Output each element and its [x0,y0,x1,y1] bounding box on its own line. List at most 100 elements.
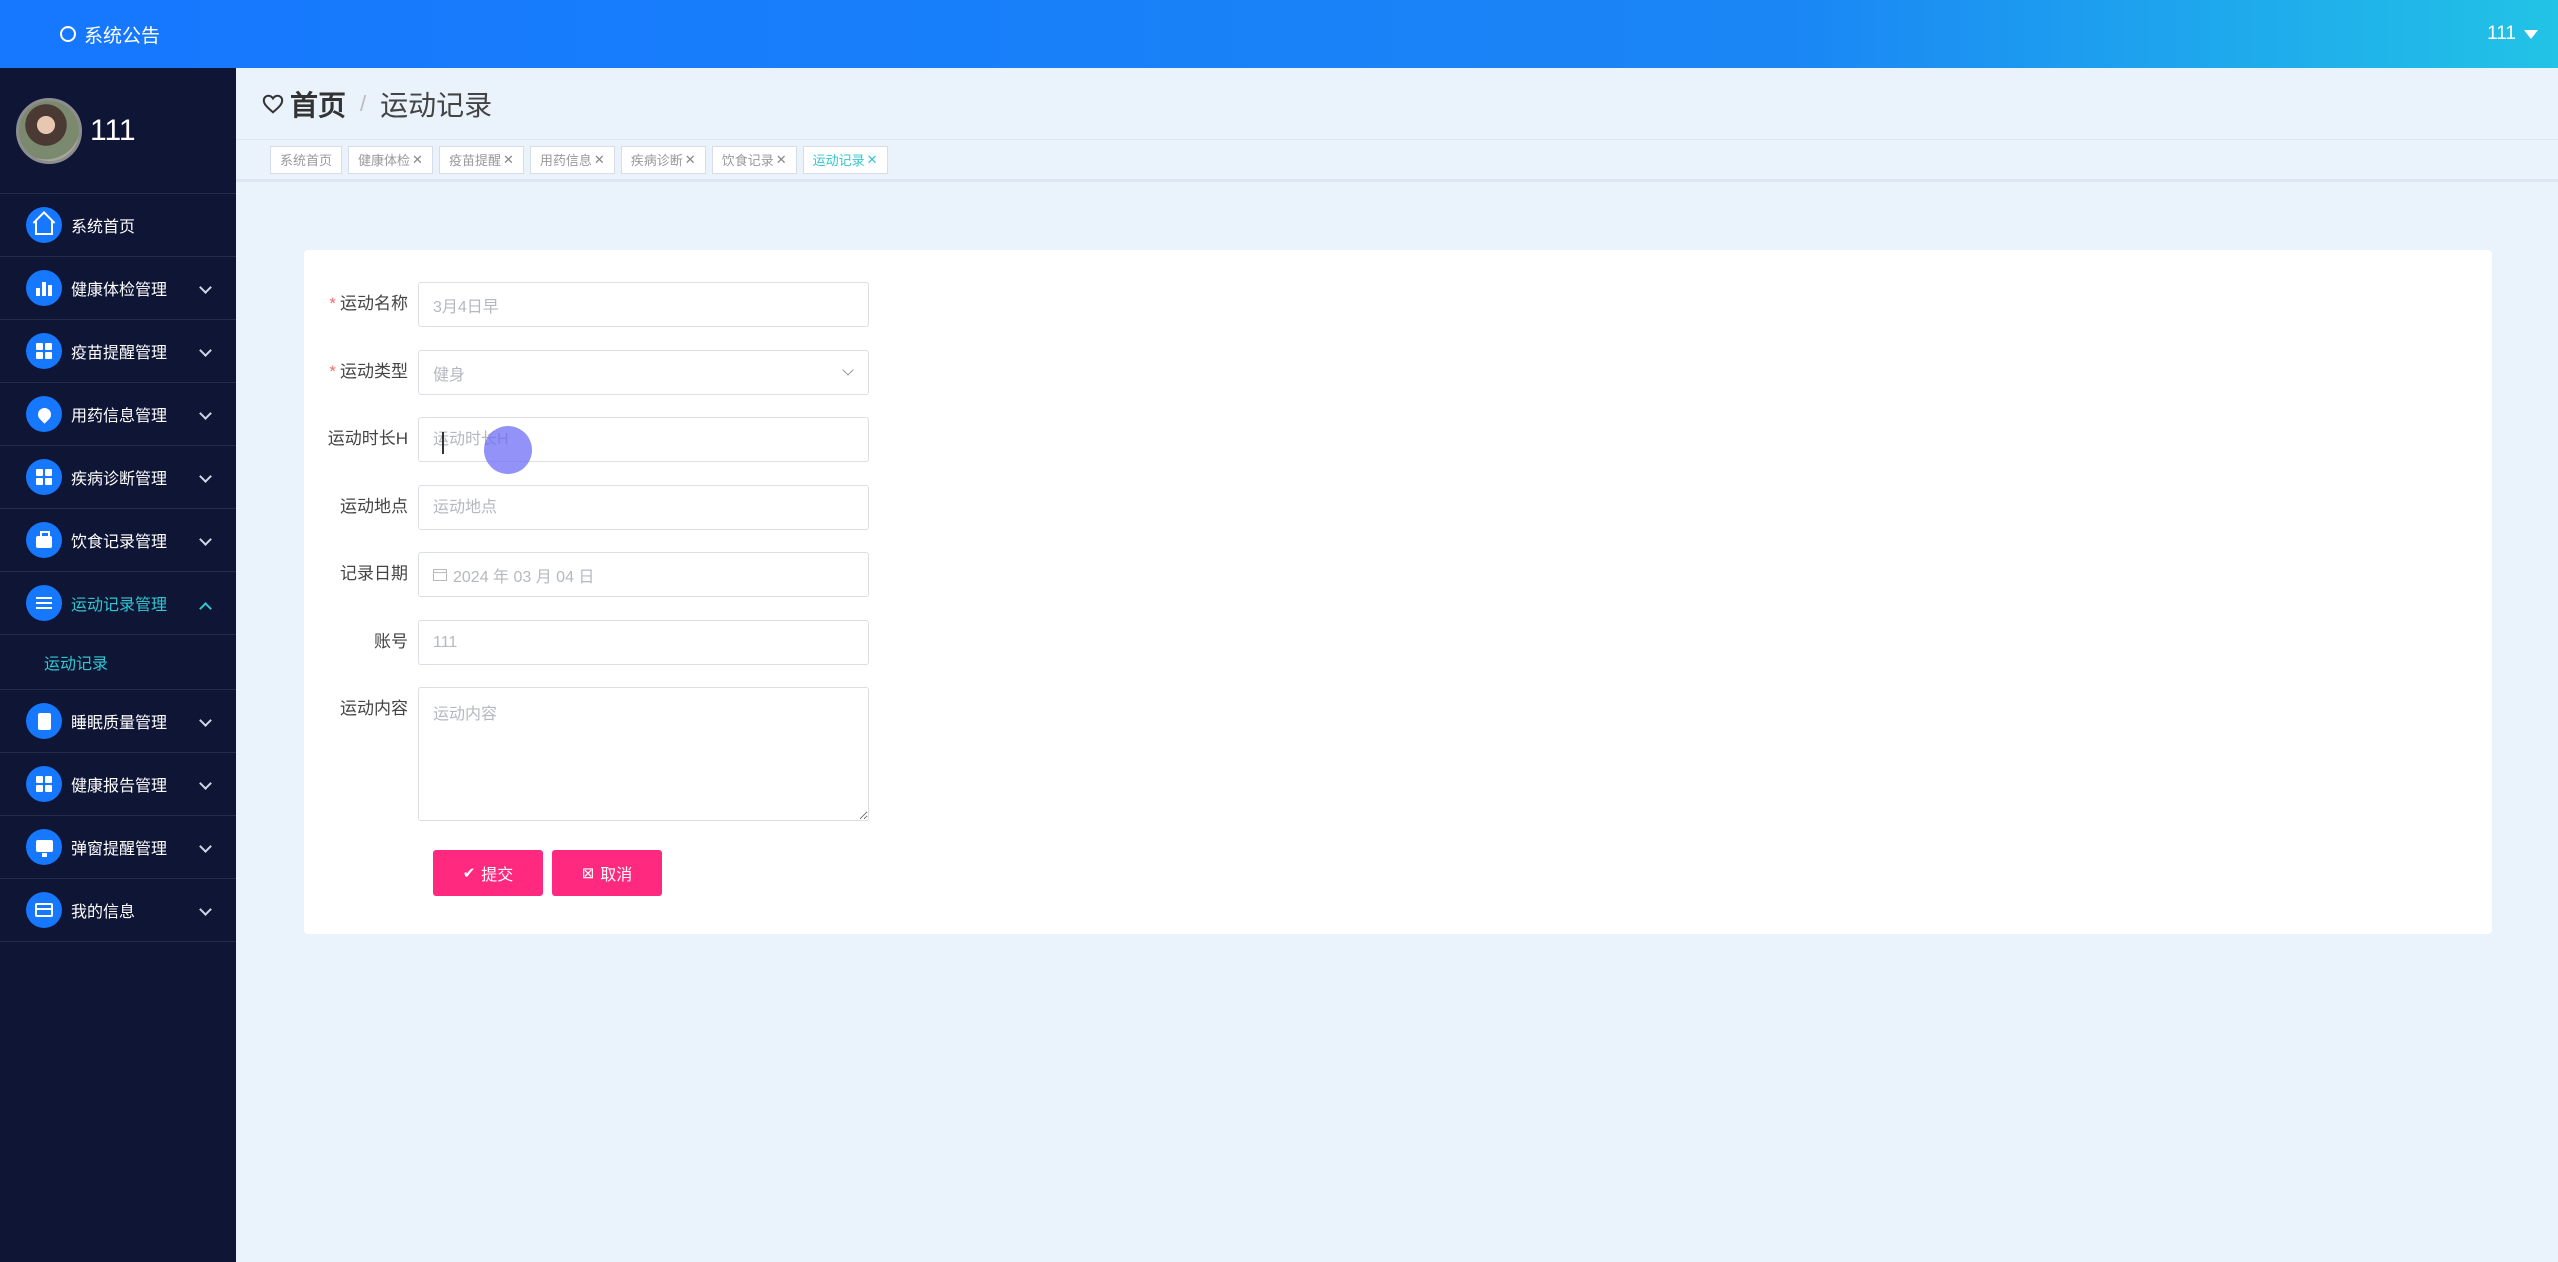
sidebar-item-label: 运动记录管理 [71,597,168,614]
tab-vaccine[interactable]: 疫苗提醒 ✕ [438,145,524,174]
tab-diet[interactable]: 饮食记录 ✕ [711,145,797,174]
text-caret [442,432,444,454]
name-field[interactable]: 3月4日早 [418,282,869,327]
list-icon [26,585,62,621]
user-name: 111 [2487,23,2516,44]
sidebar-item-label: 疾病诊断管理 [71,471,168,488]
type-select-value: 健身 [433,366,466,384]
date-label: 记录日期 [340,564,408,583]
sidebar: 111 系统首页 健康体检管理 疫苗提醒管理 用药信息管理 疾病诊断管理 饮食记… [0,68,236,1262]
bar-chart-icon [26,270,62,306]
duration-input[interactable] [418,417,869,462]
location-input[interactable] [418,485,869,530]
close-icon[interactable]: ✕ [503,152,514,168]
chevron-down-icon [199,281,212,294]
sidebar-item-label: 弹窗提醒管理 [71,841,168,858]
profile: 111 [0,68,236,194]
sidebar-subitem-exercise-record[interactable]: 运动记录 [0,635,236,690]
type-label: * 运动类型 [329,362,408,381]
cancel-button-label: 取消 [600,867,633,884]
tab-label: 运动记录 [812,153,865,168]
sidebar-item-popup-reminder[interactable]: 弹窗提醒管理 [0,816,236,879]
form-row-date: 记录日期 2024 年 03 月 04 日 [304,552,869,597]
calendar-icon [433,568,447,581]
tab-label: 用药信息 [539,153,592,168]
top-bar: 系统公告 111 [0,0,2558,68]
sidebar-item-label: 我的信息 [71,904,136,921]
close-square-icon: ⊠ [581,865,595,882]
location-label: 运动地点 [340,497,408,516]
chevron-down-icon [199,344,212,357]
tab-label: 系统首页 [280,153,333,168]
check-icon: ✔ [462,865,476,882]
sidebar-item-my-info[interactable]: 我的信息 [0,879,236,942]
close-icon[interactable]: ✕ [412,152,423,168]
content-textarea[interactable] [418,687,869,821]
sidebar-item-label: 饮食记录管理 [71,534,168,551]
form-row-name: * 运动名称 3月4日早 [304,282,869,327]
sidebar-item-label: 睡眠质量管理 [71,715,168,732]
form-row-duration: 运动时长H [304,417,869,462]
sidebar-item-label: 健康体检管理 [71,282,168,299]
submit-button[interactable]: ✔ 提交 [433,850,543,896]
avatar [16,97,82,164]
heart-icon [262,94,284,114]
tab-diagnosis[interactable]: 疾病诊断 ✕ [620,145,706,174]
chevron-down-icon [199,903,212,916]
chevron-up-icon [199,602,212,615]
type-select[interactable]: 健身 [418,350,869,395]
monitor-icon [26,829,62,865]
close-icon[interactable]: ✕ [594,152,605,168]
close-icon[interactable]: ✕ [867,152,878,168]
sidebar-item-health-checkup[interactable]: 健康体检管理 [0,257,236,320]
sidebar-item-label: 系统首页 [71,219,136,236]
sidebar-item-home[interactable]: 系统首页 [0,194,236,257]
clipboard-icon [26,703,62,739]
breadcrumb-separator: / [360,90,367,116]
account-field[interactable]: 111 [418,620,869,665]
sidebar-item-exercise[interactable]: 运动记录管理 [0,572,236,635]
grid-icon [26,459,62,495]
message-icon [60,20,76,42]
tab-system-home[interactable]: 系统首页 [270,145,343,174]
sidebar-item-vaccine[interactable]: 疫苗提醒管理 [0,320,236,383]
cancel-button[interactable]: ⊠ 取消 [552,850,662,896]
tab-exercise-record[interactable]: 运动记录 ✕ [802,145,888,174]
grid-icon [26,766,62,802]
sidebar-item-medication[interactable]: 用药信息管理 [0,383,236,446]
chevron-down-icon [199,533,212,546]
sidebar-item-sleep[interactable]: 睡眠质量管理 [0,690,236,753]
tab-label: 疫苗提醒 [448,153,501,168]
name-label: * 运动名称 [329,294,408,313]
tag-tabs: 系统首页 健康体检 ✕ 疫苗提醒 ✕ 用药信息 ✕ 疾病诊断 ✕ 饮食记录 ✕ 运动记录 ✕ [236,140,2558,182]
sidebar-item-diagnosis[interactable]: 疾病诊断管理 [0,446,236,509]
chevron-down-icon [199,777,212,790]
sidebar-item-diet[interactable]: 饮食记录管理 [0,509,236,572]
sidebar-item-label: 用药信息管理 [71,408,168,425]
tab-health-checkup[interactable]: 健康体检 ✕ [348,145,433,174]
user-dropdown[interactable]: 111 [2487,0,2538,68]
sidebar-item-label: 健康报告管理 [71,778,168,795]
system-notice-link[interactable]: 系统公告 [60,0,160,68]
home-icon [26,207,62,243]
sidebar-item-health-report[interactable]: 健康报告管理 [0,753,236,816]
breadcrumb-current: 运动记录 [380,89,493,121]
date-picker[interactable]: 2024 年 03 月 04 日 [418,552,869,597]
sidebar-item-label: 疫苗提醒管理 [71,345,168,362]
chevron-down-icon [199,470,212,483]
form-row-account: 账号 111 [304,620,869,665]
chevron-down-icon [842,364,854,376]
chevron-down-icon [199,840,212,853]
card-icon [26,892,62,928]
caret-down-icon [2524,29,2538,39]
tab-medication[interactable]: 用药信息 ✕ [529,145,615,174]
exercise-form-card: *运动名称 3月4日早 *运动类型 健身 运动时长H 运动地点 记录日期 202… [304,250,2492,934]
close-icon[interactable]: ✕ [776,152,787,168]
briefcase-icon [26,522,62,558]
tab-label: 疾病诊断 [630,153,683,168]
chevron-down-icon [199,407,212,420]
breadcrumb-home[interactable]: 首页 [290,84,346,124]
close-icon[interactable]: ✕ [685,152,696,168]
form-row-location: 运动地点 [304,485,869,530]
profile-name: 111 [90,113,136,147]
